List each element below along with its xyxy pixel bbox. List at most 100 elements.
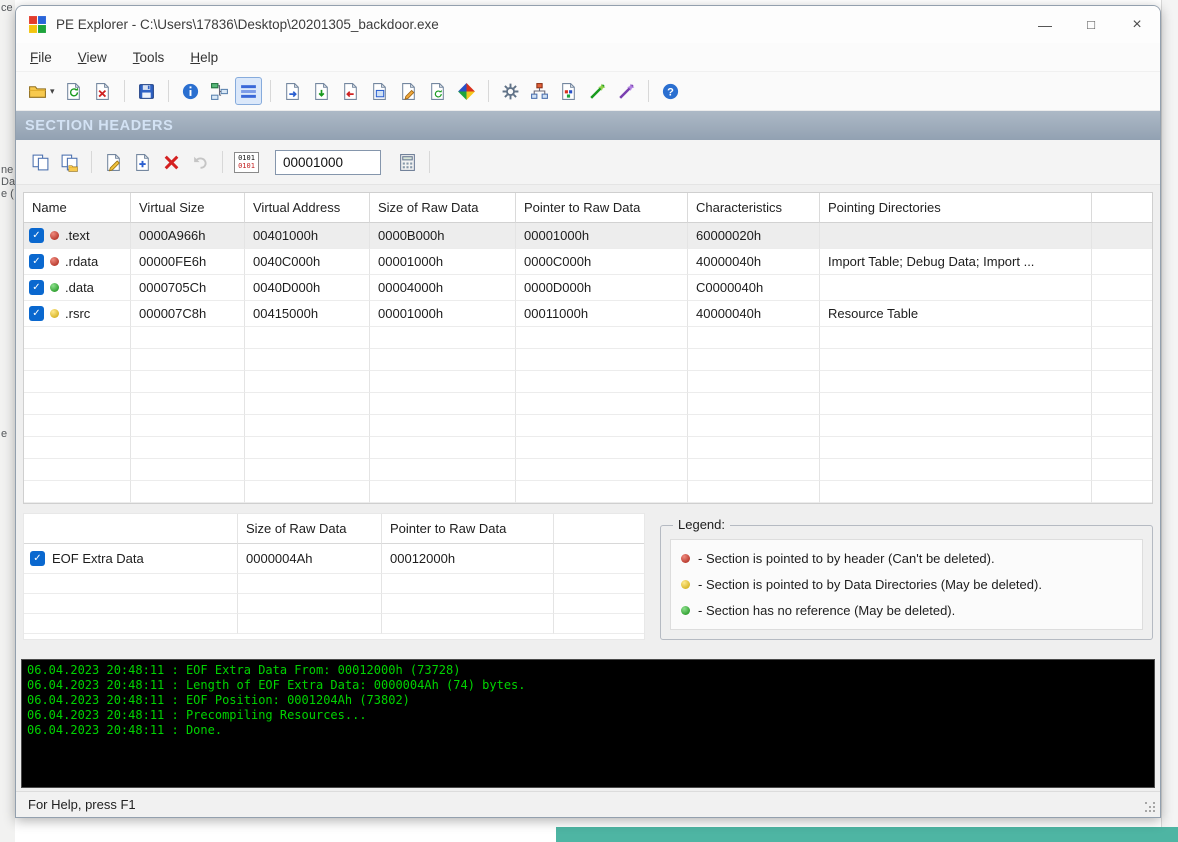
open-file-button[interactable]: [25, 77, 58, 105]
cell-raw-pointer: 0000D000h: [516, 275, 688, 301]
delete-x-icon: [164, 155, 179, 169]
table-row[interactable]: .rdata 00000FE6h 0040C000h 00001000h 000…: [24, 249, 1152, 275]
add-page-icon: [314, 82, 328, 100]
eof-header-row: Size of Raw Data Pointer to Raw Data: [24, 514, 644, 544]
open-file-dropdown-icon[interactable]: [50, 86, 55, 97]
column-header-virtual-address[interactable]: Virtual Address: [245, 193, 370, 223]
binary-view-button[interactable]: 0101 0101: [231, 148, 262, 176]
update-page-icon: [430, 82, 444, 100]
cell-raw-pointer: 00001000h: [516, 223, 688, 249]
table-row[interactable]: .data 0000705Ch 0040D000h 00004000h 0000…: [24, 275, 1152, 301]
background-text-fragment: Da: [1, 176, 15, 188]
info-icon: [182, 83, 198, 99]
cell-virtual-size: 0000A966h: [131, 223, 245, 249]
row-checkbox[interactable]: [29, 306, 44, 321]
legend-yellow-dot: [681, 579, 690, 589]
remove-from-file-button[interactable]: [337, 77, 364, 105]
signature-scanner-button[interactable]: [613, 77, 640, 105]
close-button[interactable]: ×: [1114, 6, 1160, 43]
cell-raw-pointer: 00011000h: [516, 301, 688, 327]
cell-virtual-address: 0040D000h: [245, 275, 370, 301]
empty-table-row: [24, 371, 1152, 393]
titlebar[interactable]: PE Explorer - C:\Users\17836\Desktop\202…: [16, 6, 1160, 43]
legend-groupbox: Legend: - Section is pointed to by heade…: [660, 517, 1153, 640]
eof-header-empty: [24, 514, 238, 544]
address-input[interactable]: [275, 149, 381, 175]
disassembler-button[interactable]: [584, 77, 611, 105]
log-console: 06.04.2023 20:48:11 : EOF Extra Data Fro…: [21, 659, 1155, 788]
eof-raw-pointer: 00012000h: [382, 544, 554, 574]
background-text-fragment: ne: [1, 164, 14, 176]
column-header-virtual-size[interactable]: Virtual Size: [131, 193, 245, 223]
undo-button[interactable]: [187, 148, 214, 176]
data-directories-button[interactable]: [206, 77, 233, 105]
add-to-file-button[interactable]: [308, 77, 335, 105]
menu-view[interactable]: View: [78, 47, 119, 68]
column-header-pointing-directories[interactable]: Pointing Directories: [820, 193, 1092, 223]
cell-filler: [1092, 301, 1152, 327]
background-scrollbar[interactable]: [1161, 0, 1178, 827]
row-checkbox[interactable]: [29, 280, 44, 295]
export-section-button[interactable]: [279, 77, 306, 105]
section-headers-button[interactable]: [234, 77, 262, 105]
edit-section-button[interactable]: [100, 148, 127, 176]
row-checkbox[interactable]: [29, 254, 44, 269]
pe-explorer-window: PE Explorer - C:\Users\17836\Desktop\202…: [15, 5, 1161, 818]
dependency-scanner-button[interactable]: [497, 77, 524, 105]
log-line: 06.04.2023 20:48:11 : Precompiling Resou…: [27, 708, 367, 722]
menu-file[interactable]: File: [30, 47, 64, 68]
view-file-button[interactable]: [366, 77, 393, 105]
column-header-characteristics[interactable]: Characteristics: [688, 193, 820, 223]
disassembler-wand-icon: [589, 83, 605, 99]
menu-help[interactable]: Help: [190, 47, 230, 68]
resource-page-icon: [561, 82, 575, 100]
column-header-raw-size[interactable]: Size of Raw Data: [370, 193, 516, 223]
cell-virtual-address: 0040C000h: [245, 249, 370, 275]
eof-column-raw-size: Size of Raw Data: [238, 514, 382, 544]
headers-info-button[interactable]: [177, 77, 204, 105]
cell-filler: [1092, 249, 1152, 275]
calculator-button[interactable]: [394, 148, 421, 176]
table-row[interactable]: .rsrc 000007C8h 00415000h 00001000h 0001…: [24, 301, 1152, 327]
edit-resources-button[interactable]: [395, 77, 422, 105]
cell-virtual-address: 00401000h: [245, 223, 370, 249]
log-line: 06.04.2023 20:48:11 : EOF Position: 0001…: [27, 693, 410, 707]
calculator-icon: [400, 153, 415, 171]
menu-tools[interactable]: Tools: [133, 47, 177, 68]
delete-section-button[interactable]: [158, 148, 185, 176]
close-file-button[interactable]: [89, 77, 116, 105]
toolbar-separator: [123, 80, 125, 102]
reload-file-button[interactable]: [60, 77, 87, 105]
section-name: .data: [65, 280, 94, 295]
legend-item: - Section is pointed to by header (Can't…: [681, 551, 1132, 566]
structure-viewer-button[interactable]: [526, 77, 553, 105]
empty-table-row: [24, 574, 644, 594]
empty-table-row: [24, 594, 644, 614]
column-header-raw-pointer[interactable]: Pointer to Raw Data: [516, 193, 688, 223]
maximize-button[interactable]: □: [1068, 6, 1114, 43]
copy-section-button[interactable]: [27, 148, 54, 176]
legend-panel: - Section is pointed to by header (Can't…: [670, 539, 1143, 630]
add-section-icon: [136, 153, 149, 171]
cell-filler: [1092, 275, 1152, 301]
app-icon: [29, 16, 46, 33]
row-checkbox[interactable]: [29, 228, 44, 243]
table-row[interactable]: .text 0000A966h 00401000h 0000B000h 0000…: [24, 223, 1152, 249]
resource-tools-button[interactable]: [555, 77, 582, 105]
cell-raw-size: 0000B000h: [370, 223, 516, 249]
copy-special-button[interactable]: [56, 148, 83, 176]
eof-data-row[interactable]: EOF Extra Data 0000004Ah 00012000h: [24, 544, 644, 574]
minimize-button[interactable]: —: [1022, 6, 1068, 43]
add-section-button[interactable]: [129, 148, 156, 176]
update-file-button[interactable]: [424, 77, 451, 105]
resize-grip[interactable]: [1145, 802, 1157, 814]
cell-characteristics: 40000040h: [688, 301, 820, 327]
signature-wand-icon: [618, 83, 634, 99]
save-file-button[interactable]: [133, 77, 160, 105]
section-name-cell: .rsrc: [24, 301, 131, 327]
column-header-name[interactable]: Name: [24, 193, 131, 223]
resource-viewer-button[interactable]: [453, 77, 480, 105]
help-button[interactable]: ?: [657, 77, 684, 105]
structure-tree-icon: [530, 82, 548, 99]
eof-checkbox[interactable]: [30, 551, 45, 566]
